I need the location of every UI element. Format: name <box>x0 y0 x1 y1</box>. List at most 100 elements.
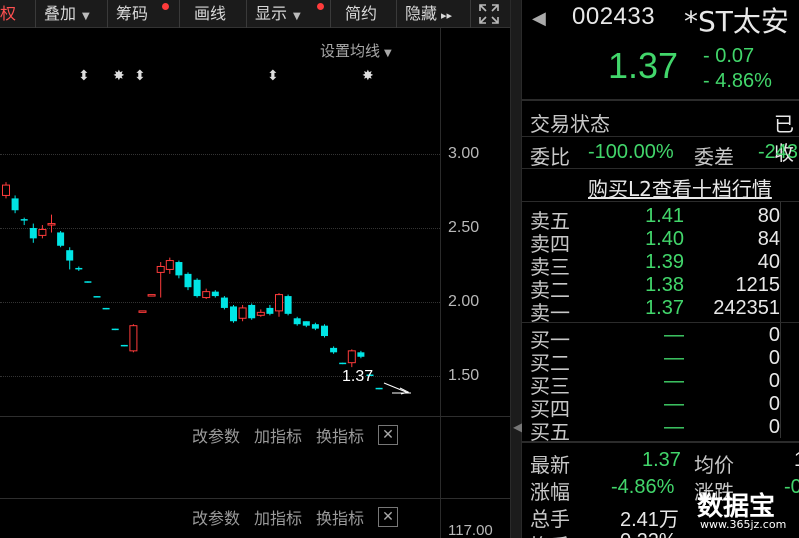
fullscreen-button[interactable] <box>471 0 510 28</box>
price-change: - 0.07 <box>703 45 755 67</box>
candlestick-chart[interactable] <box>0 0 440 420</box>
volume-axis-label: 117.00 <box>448 522 493 538</box>
candle <box>230 304 237 323</box>
candle-body <box>357 352 365 357</box>
candle-body <box>248 304 256 319</box>
bid-volume: 0 <box>768 370 780 392</box>
ask-price: 1.38 <box>645 274 684 296</box>
candle <box>129 324 138 353</box>
edit-params-button[interactable]: 改参数 <box>192 423 240 447</box>
candle <box>147 294 156 297</box>
candle-body <box>193 279 201 297</box>
candle <box>311 322 319 331</box>
ask-volume: 1215 <box>735 274 781 296</box>
weibi-label: 委比 <box>530 145 570 169</box>
candle <box>211 290 219 298</box>
stat-label-volume: 总手 <box>530 507 570 531</box>
candle-body <box>66 250 74 261</box>
ask-volume: 242351 <box>713 297 780 319</box>
close-icon[interactable]: ✕ <box>378 507 399 527</box>
double-arrow-right-icon: ▸▸ <box>441 9 453 22</box>
candle <box>75 266 83 271</box>
candle <box>238 304 247 322</box>
ask-volume: 84 <box>757 228 780 250</box>
candle <box>84 281 92 283</box>
candle <box>11 195 19 214</box>
candle-body <box>238 307 247 319</box>
candle-body <box>38 228 47 236</box>
candle <box>120 344 128 347</box>
candle-body <box>11 198 19 211</box>
candle-body <box>147 294 156 297</box>
weicha-label: 委差 <box>694 145 734 169</box>
candle-body <box>20 219 28 221</box>
candle-body <box>311 324 319 329</box>
candle-body <box>275 294 283 312</box>
candle <box>111 328 119 331</box>
candle <box>93 296 101 298</box>
panel-resize-handle[interactable]: ◀ <box>510 0 522 538</box>
bid-price: — <box>664 324 684 346</box>
ask-price: 1.40 <box>645 228 684 250</box>
candle-body <box>211 291 219 297</box>
ask-row: 卖一 1.37 242351 <box>522 297 799 325</box>
close-icon[interactable]: ✕ <box>378 425 399 445</box>
buy-l2-link[interactable]: 购买L2查看十档行情 <box>588 173 772 202</box>
add-indicator-button[interactable]: 加指标 <box>254 505 302 529</box>
sub-panel-2-controls: 改参数 加指标 换指标 ✕ <box>192 505 399 529</box>
stat-value-latest: 1.37 <box>642 449 681 471</box>
y-tick-label: 3.00 <box>448 145 480 162</box>
candle <box>248 303 256 320</box>
y-tick-label: 2.00 <box>448 293 480 310</box>
bid-volume: 0 <box>768 324 780 346</box>
candle-body <box>57 232 65 246</box>
candle-body <box>330 347 338 353</box>
price-pointer-icon <box>383 382 411 395</box>
candle <box>220 296 228 310</box>
stock-name: *ST太安 <box>684 5 789 38</box>
candle <box>256 309 265 317</box>
add-indicator-button[interactable]: 加指标 <box>254 423 302 447</box>
candle <box>57 230 65 248</box>
candle-body <box>47 223 56 226</box>
candle <box>156 262 165 298</box>
collapse-arrow-icon[interactable]: ◀ <box>513 420 522 434</box>
back-arrow-icon[interactable]: ◀ <box>532 8 546 29</box>
divider <box>522 136 799 137</box>
bid-price: — <box>664 370 684 392</box>
candle <box>193 278 201 298</box>
current-price: 1.37 <box>608 45 679 86</box>
candle <box>302 321 310 328</box>
divider <box>522 201 799 202</box>
stat-value-volume: 2.41万 <box>620 509 679 531</box>
current-price-tag: 1.37 <box>342 368 374 385</box>
candle <box>175 260 183 279</box>
bid-price: — <box>664 393 684 415</box>
change-indicator-button[interactable]: 换指标 <box>316 423 364 447</box>
candle-body <box>347 350 356 364</box>
stat-label-change-pct: 涨幅 <box>530 480 570 504</box>
candle-body <box>175 262 183 276</box>
panel-separator <box>0 416 510 417</box>
candle-body <box>138 310 147 313</box>
bid-row: 买三 —0 <box>522 370 799 398</box>
candle <box>165 257 174 274</box>
edit-params-button[interactable]: 改参数 <box>192 505 240 529</box>
candle-body <box>302 321 310 326</box>
ask-volume: 80 <box>757 205 780 227</box>
stat-value-change-pct: -4.86% <box>611 476 675 498</box>
sub-panel-1-controls: 改参数 加指标 换指标 ✕ <box>192 423 399 447</box>
stat-label-turnover: 换手 <box>530 530 570 538</box>
change-indicator-button[interactable]: 换指标 <box>316 505 364 529</box>
y-tick-label: 2.50 <box>448 219 480 236</box>
candle-body <box>129 325 138 352</box>
stat-value-avg: 1 <box>794 449 799 472</box>
candle-body <box>2 184 10 196</box>
fullscreen-icon <box>479 4 499 24</box>
stock-code: 002433 <box>572 3 656 30</box>
bid-row: 买二 —0 <box>522 347 799 375</box>
candle-body <box>102 307 110 310</box>
stat-value-change: -0 <box>784 476 799 498</box>
candle <box>184 272 192 291</box>
watermark-url: www.365jz.com <box>700 518 787 531</box>
